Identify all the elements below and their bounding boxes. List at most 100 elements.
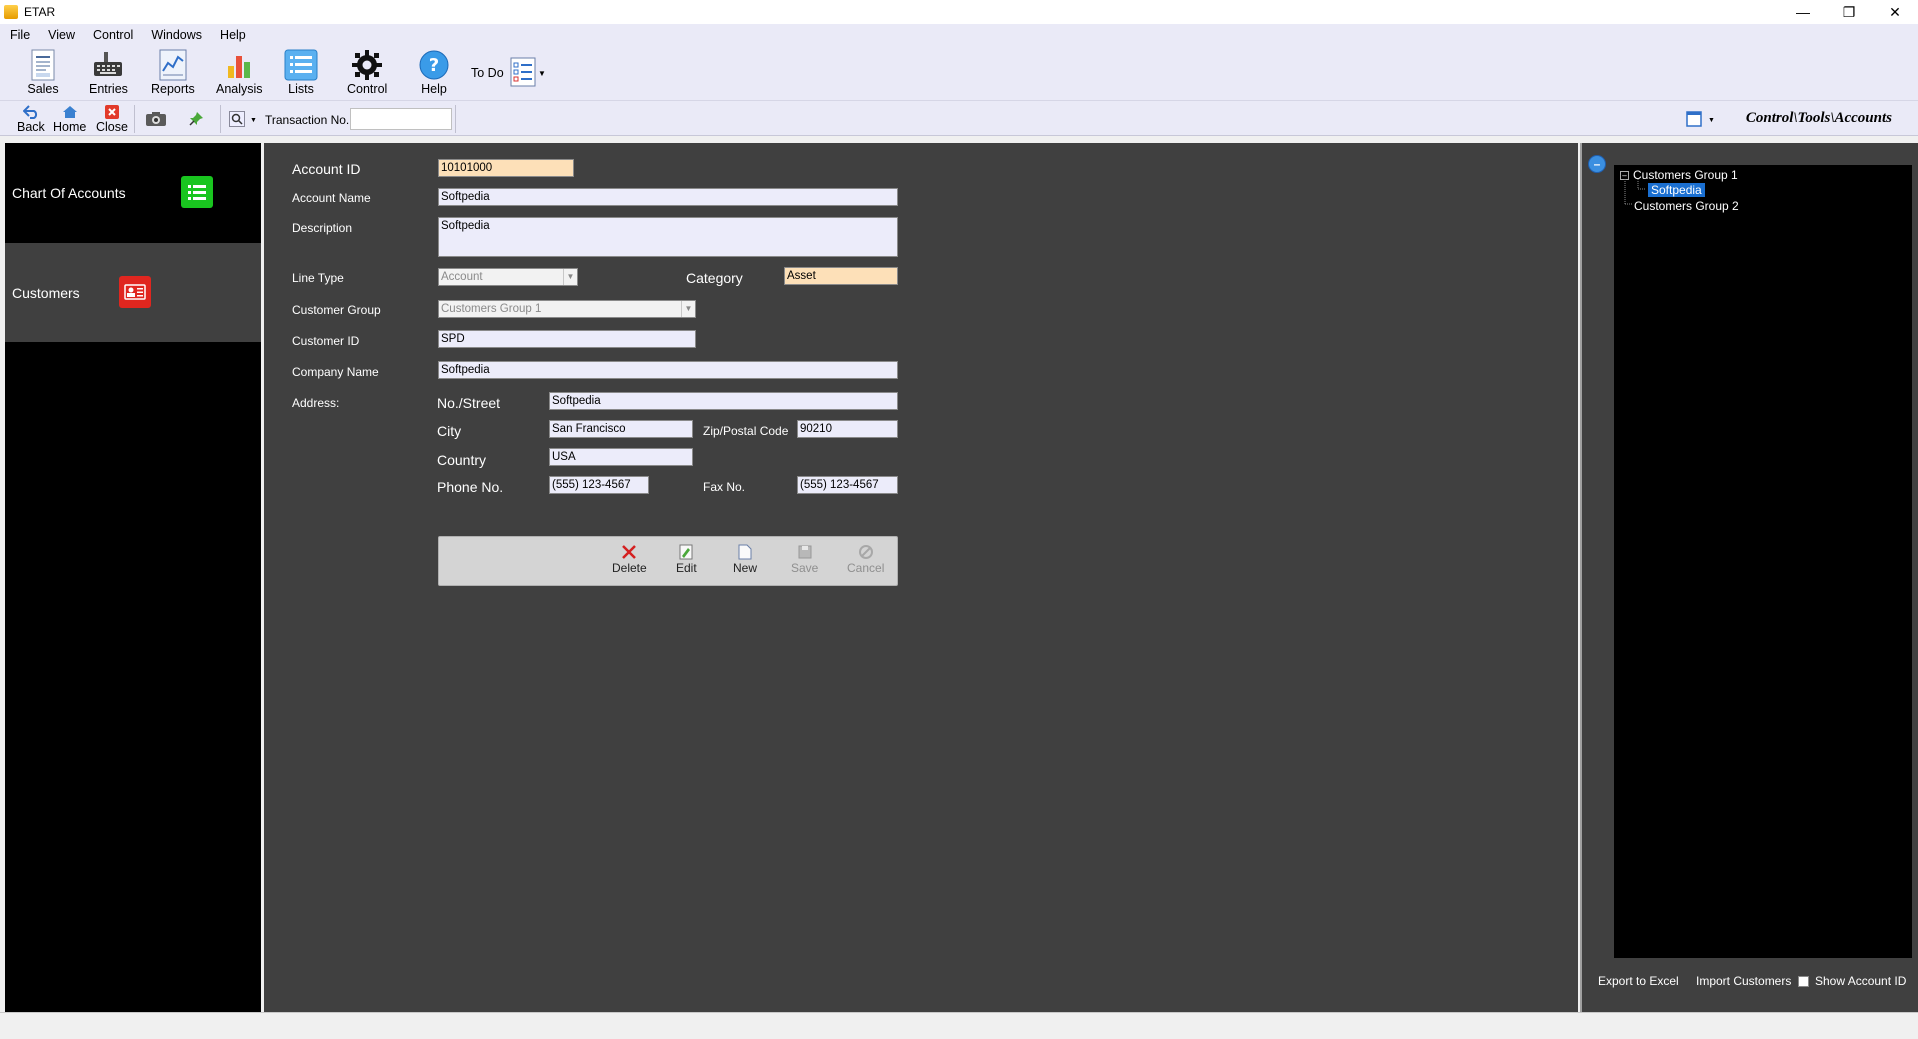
app-icon (4, 5, 18, 19)
lists-icon (284, 48, 318, 82)
close-button[interactable]: Close (96, 104, 128, 134)
search-dropdown-button[interactable]: ▼ (229, 111, 257, 130)
help-icon: ? (417, 48, 451, 82)
new-button[interactable]: New (733, 543, 757, 575)
menu-help[interactable]: Help (220, 28, 246, 42)
home-icon (62, 104, 78, 120)
checkbox-icon[interactable] (1798, 976, 1809, 988)
menu-bar: File View Control Windows Help (0, 24, 1918, 46)
list-icon (181, 176, 213, 208)
toolbar-separator (134, 105, 135, 133)
contact-card-icon (119, 276, 151, 308)
sales-button[interactable]: Sales (26, 48, 60, 96)
edit-button[interactable]: Edit (676, 543, 697, 575)
checklist-icon (510, 57, 536, 90)
layout-dropdown-button[interactable]: ▼ (1686, 111, 1715, 130)
line-type-label: Line Type (292, 271, 344, 285)
menu-view[interactable]: View (48, 28, 75, 42)
close-icon (104, 104, 119, 120)
chevron-down-icon: ▼ (1708, 117, 1715, 124)
sales-icon (26, 48, 60, 82)
status-bar (0, 1012, 1918, 1039)
account-name-field[interactable]: Softpedia (438, 188, 898, 206)
home-button[interactable]: Home (53, 104, 86, 134)
close-window-icon[interactable]: ✕ (1872, 0, 1918, 24)
new-document-icon (738, 543, 752, 561)
form-action-bar: Delete Edit New Save Cancel (438, 536, 898, 586)
description-field[interactable]: Softpedia (438, 217, 898, 257)
help-button[interactable]: ? Help (417, 48, 451, 96)
reports-icon (156, 48, 190, 82)
account-form-panel: Account ID 10101000 Account Name Softped… (264, 143, 1578, 1012)
entries-button[interactable]: Entries (89, 48, 128, 96)
menu-file[interactable]: File (10, 28, 30, 42)
toolbar-separator (220, 105, 221, 133)
fax-label: Fax No. (703, 480, 746, 494)
cancel-button[interactable]: Cancel (847, 543, 884, 575)
bar-chart-icon (222, 48, 256, 82)
chevron-down-icon: ▼ (681, 301, 695, 317)
camera-button[interactable] (145, 111, 167, 130)
title-bar: ETAR — ❐ ✕ (0, 0, 1918, 24)
company-name-field[interactable]: Softpedia (438, 361, 898, 379)
nav-item-chart-of-accounts[interactable]: Chart Of Accounts (5, 143, 261, 242)
camera-icon (145, 112, 167, 130)
country-field[interactable]: USA (549, 448, 693, 466)
svg-text:?: ? (429, 55, 439, 76)
save-button[interactable]: Save (791, 543, 818, 575)
category-field[interactable]: Asset (784, 267, 898, 285)
analysis-button[interactable]: Analysis (216, 48, 263, 96)
zip-label: Zip/Postal Code (703, 424, 789, 438)
ribbon: Sales Entries Reports Analysis Lists Con… (0, 46, 1918, 100)
show-account-id-checkbox[interactable]: Show Account ID (1798, 974, 1906, 988)
tree-node-softpedia[interactable]: Softpedia (1648, 183, 1705, 197)
reports-button[interactable]: Reports (151, 48, 195, 96)
customer-id-label: Customer ID (292, 334, 360, 348)
description-label: Description (292, 221, 353, 235)
lists-button[interactable]: Lists (284, 48, 318, 96)
window-layout-icon (1686, 111, 1702, 130)
phone-field[interactable]: (555) 123-4567 (549, 476, 649, 494)
address-label: Address: (292, 396, 340, 410)
country-label: Country (437, 452, 487, 468)
customer-tree-panel: – – Customers Group 1 Softpedia Customers… (1582, 143, 1918, 1012)
fax-field[interactable]: (555) 123-4567 (797, 476, 898, 494)
toolbar-separator (455, 105, 456, 133)
menu-control[interactable]: Control (93, 28, 133, 42)
todo-button[interactable]: ▼ (510, 56, 546, 90)
phone-label: Phone No. (437, 479, 504, 495)
nav-item-customers[interactable]: Customers (5, 243, 261, 342)
keyboard-icon (91, 48, 125, 82)
category-label: Category (686, 270, 743, 286)
back-button[interactable]: Back (17, 104, 45, 134)
company-name-label: Company Name (292, 365, 379, 379)
customer-group-select[interactable]: Customers Group 1 ▼ (438, 300, 696, 318)
pin-icon (188, 112, 204, 130)
delete-button[interactable]: Delete (612, 543, 647, 575)
chevron-down-icon: ▼ (250, 117, 257, 124)
menu-windows[interactable]: Windows (151, 28, 202, 42)
chevron-down-icon: ▼ (538, 68, 546, 78)
line-type-select[interactable]: Account ▼ (438, 268, 578, 286)
control-button[interactable]: Control (347, 48, 387, 96)
tree-lines (1624, 179, 1646, 205)
import-customers-link[interactable]: Import Customers (1696, 974, 1791, 988)
search-icon (229, 111, 245, 130)
customer-group-label: Customer Group (292, 303, 381, 317)
city-field[interactable]: San Francisco (549, 420, 693, 438)
account-id-field[interactable]: 10101000 (438, 159, 574, 177)
street-field[interactable]: Softpedia (549, 392, 898, 410)
pin-button[interactable] (188, 111, 204, 130)
tree-actions: Export to Excel Import Customers Show Ac… (1598, 974, 1914, 994)
account-id-label: Account ID (292, 161, 361, 177)
collapse-icon[interactable]: – (1588, 155, 1606, 173)
customer-id-field[interactable]: SPD (438, 330, 696, 348)
restore-icon[interactable]: ❐ (1826, 0, 1872, 24)
gear-icon (350, 48, 384, 82)
zip-field[interactable]: 90210 (797, 420, 898, 438)
transaction-number-label: Transaction No. (265, 113, 350, 127)
minimize-icon[interactable]: — (1780, 0, 1826, 24)
export-to-excel-link[interactable]: Export to Excel (1598, 974, 1679, 988)
todo-label[interactable]: To Do (471, 66, 504, 80)
transaction-number-input[interactable] (350, 108, 452, 130)
